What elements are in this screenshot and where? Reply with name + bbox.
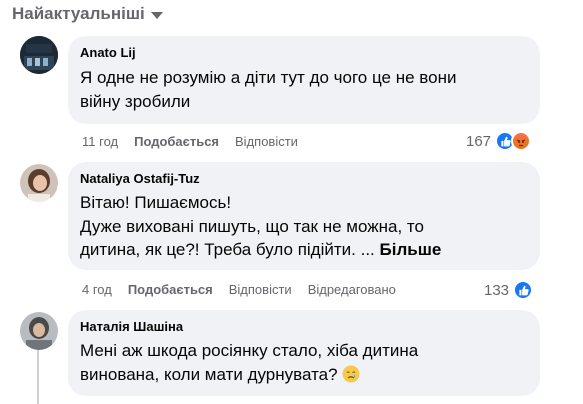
comment-bubble: Anato Lij Я одне не розумію а діти тут д… <box>68 36 540 124</box>
comment-timestamp[interactable]: 11 год <box>82 134 118 150</box>
like-button[interactable]: Подобається <box>128 282 213 298</box>
sort-dropdown[interactable]: Найактуальніші <box>12 4 163 24</box>
comment-actions: 4 год Подобається Відповісти Відредагова… <box>82 282 396 298</box>
comment-text-line: Дуже виховані пишуть, що так не можна, т… <box>80 216 424 236</box>
comment-text-line: Вітаю! Пишаємось! <box>80 193 232 212</box>
comment-text-line: Я одне не розумію а діти тут до чого це … <box>80 68 457 87</box>
reply-button[interactable]: Відповісти <box>235 134 298 150</box>
comment-text-line: війну зробили <box>80 91 191 111</box>
comment-text-line: винована, коли мати дурнувата? <box>80 363 528 390</box>
comment-text-line: Мені аж шкода росіянку стало, хіба дитин… <box>80 341 419 360</box>
comment-text-span: дитина, як це?! Треба було підійти. ... <box>80 240 375 259</box>
reactions-summary[interactable]: 167 <box>466 131 532 151</box>
edited-label[interactable]: Відредаговано <box>308 282 396 298</box>
comment-actions: 11 год Подобається Відповісти <box>82 134 298 150</box>
reactions-summary[interactable]: 133 <box>484 280 534 300</box>
reactions-count: 167 <box>466 132 492 150</box>
comment-bubble: Наталія Шашіна Мені аж шкода росіянку ст… <box>68 310 540 396</box>
chevron-down-icon <box>150 11 163 19</box>
reply-button[interactable]: Відповісти <box>229 282 292 298</box>
comment-text: Вітаю! Пишаємось! Дуже виховані пишуть, … <box>80 191 528 262</box>
like-icon <box>513 280 534 300</box>
angry-icon <box>511 131 532 151</box>
see-more-link[interactable]: Більше <box>380 240 442 259</box>
avatar[interactable] <box>20 36 58 74</box>
like-button[interactable]: Подобається <box>134 134 219 150</box>
crying-face-icon <box>342 365 360 390</box>
avatar[interactable] <box>20 164 58 202</box>
comment-author[interactable]: Nataliya Ostafij-Tuz <box>80 170 528 187</box>
comment-text-span: винована, коли мати дурнувата? <box>80 364 338 384</box>
comment-bubble: Nataliya Ostafij-Tuz Вітаю! Пишаємось! Д… <box>68 162 540 270</box>
comment-text: Мені аж шкода росіянку стало, хіба дитин… <box>80 339 528 389</box>
comment-author[interactable]: Anato Lij <box>80 44 528 61</box>
comment-author[interactable]: Наталія Шашіна <box>80 318 528 335</box>
comment-text-line: дитина, як це?! Треба було підійти. ... … <box>80 238 528 262</box>
avatar[interactable] <box>20 312 58 350</box>
reactions-count: 133 <box>484 281 510 299</box>
sort-label: Найактуальніші <box>12 4 145 23</box>
comment-timestamp[interactable]: 4 год <box>82 282 112 298</box>
comment-text: Я одне не розумію а діти тут до чого це … <box>80 66 528 113</box>
